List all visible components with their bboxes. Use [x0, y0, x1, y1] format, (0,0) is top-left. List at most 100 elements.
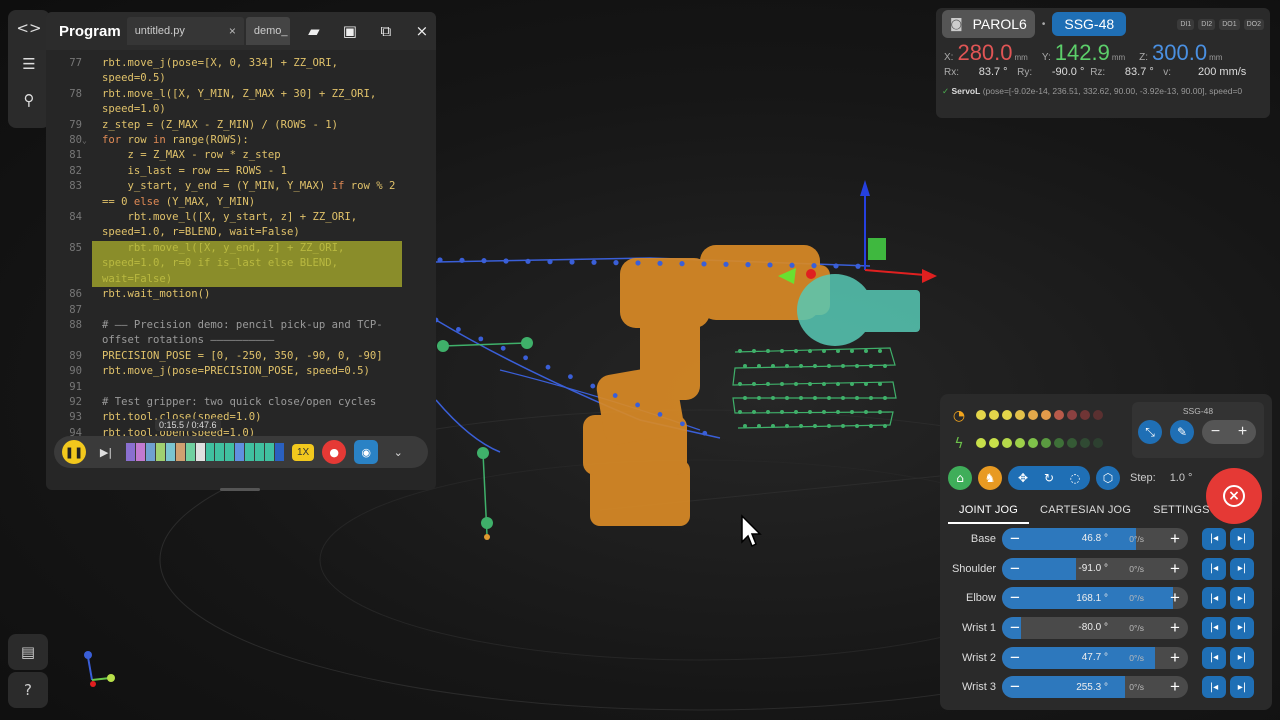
gripper-label: SSG-48 [1182, 406, 1214, 416]
joint-plus-button[interactable]: + [1162, 677, 1188, 697]
log-icon[interactable]: ▤ [8, 634, 48, 670]
jump-to-max-icon[interactable]: ▸| [1230, 616, 1254, 639]
level-dot[interactable] [1067, 438, 1077, 448]
jump-to-min-icon[interactable]: |◂ [1202, 676, 1226, 699]
joint-plus-button[interactable]: + [1162, 618, 1188, 638]
robot-pose-icon[interactable]: ♞ [978, 466, 1002, 490]
tab-demo[interactable]: demo_ [245, 17, 290, 45]
robot-selector[interactable]: ◙ PAROL6 [942, 10, 1035, 38]
level-dot[interactable] [1002, 410, 1012, 420]
help-icon[interactable]: ? [8, 672, 48, 708]
speed-level-dots[interactable] [976, 407, 1106, 425]
trajectory-point [822, 410, 826, 414]
joint-slider[interactable]: − 255.3 ° 0°/s + [1002, 676, 1188, 699]
robot-status-panel: ◙ PAROL6 • SSG-48 DI1 DI2 DO1 DO2 X: 280.0 … [936, 8, 1270, 118]
jump-to-min-icon[interactable]: |◂ [1202, 587, 1226, 610]
level-dot[interactable] [1015, 438, 1025, 448]
joint-plus-button[interactable]: + [1162, 559, 1188, 579]
camera-icon[interactable]: ◉ [354, 440, 379, 464]
trajectory-point [635, 260, 641, 266]
speed-button[interactable]: 1X [292, 443, 315, 461]
step-value[interactable]: 1.0 ° [1170, 472, 1193, 484]
jump-to-max-icon[interactable]: ▸| [1230, 527, 1254, 550]
level-dot[interactable] [1041, 410, 1051, 420]
move-icon[interactable]: ✥ [1012, 466, 1034, 490]
level-dot[interactable] [989, 438, 999, 448]
pause-icon[interactable]: ❚❚ [62, 440, 86, 464]
jump-to-min-icon[interactable]: |◂ [1202, 527, 1226, 550]
joint-slider[interactable]: − 46.8 ° 0°/s + [1002, 527, 1188, 550]
target-icon[interactable]: ⬡ [1096, 466, 1120, 490]
sliders-icon[interactable]: ☰ [8, 46, 50, 82]
code-icon[interactable]: <> [8, 10, 50, 46]
rotate-icon[interactable]: ↻ [1038, 466, 1060, 490]
joint-plus-button[interactable]: + [1162, 529, 1188, 549]
trajectory-point [500, 345, 506, 351]
joint-plus-button[interactable]: + [1162, 588, 1188, 608]
jump-to-max-icon[interactable]: ▸| [1230, 676, 1254, 699]
gripper-minus-button[interactable]: − [1202, 420, 1229, 444]
level-dot[interactable] [1067, 410, 1077, 420]
level-dot[interactable] [1054, 438, 1064, 448]
joint-minus-button[interactable]: − [1002, 618, 1028, 638]
level-dot[interactable] [1028, 438, 1038, 448]
level-dot[interactable] [976, 438, 986, 448]
jump-to-max-icon[interactable]: ▸| [1230, 646, 1254, 669]
joint-minus-button[interactable]: − [1002, 559, 1028, 579]
tab-label: untitled.py [134, 25, 185, 37]
jump-to-min-icon[interactable]: |◂ [1202, 557, 1226, 580]
joint-minus-button[interactable]: − [1002, 588, 1028, 608]
code-line: 84 rbt.move_l([X, y_start, z] + ZZ_ORI, [46, 210, 426, 225]
joint-plus-button[interactable]: + [1162, 648, 1188, 668]
tab-close-icon[interactable]: × [229, 24, 236, 38]
step-forward-icon[interactable]: ▶| [94, 440, 118, 464]
level-dot[interactable] [1054, 410, 1064, 420]
level-dot[interactable] [1015, 410, 1025, 420]
panel-resize-handle[interactable] [220, 488, 260, 491]
joint-minus-button[interactable]: − [1002, 529, 1028, 549]
line-text: PRECISION_POSE = [0, -250, 350, -90, 0, … [102, 349, 383, 362]
level-dot[interactable] [976, 410, 986, 420]
gripper-icon[interactable]: ⚲ [8, 82, 50, 118]
code-line: offset rotations —————————— [46, 333, 426, 348]
tab-cartesian-jog[interactable]: CARTESIAN JOG [1029, 500, 1142, 524]
chevron-down-icon[interactable]: ⌄ [386, 440, 410, 464]
jump-to-min-icon[interactable]: |◂ [1202, 646, 1226, 669]
tab-joint-jog[interactable]: JOINT JOG [948, 500, 1030, 524]
joint-slider[interactable]: − 168.1 ° 0°/s + [1002, 587, 1188, 610]
level-dot[interactable] [1080, 438, 1090, 448]
record-icon[interactable]: ● [322, 440, 347, 464]
wrench-icon[interactable]: ✎ [1170, 420, 1194, 444]
joint-slider[interactable]: − -91.0 ° 0°/s + [1002, 557, 1188, 580]
level-dot[interactable] [1028, 410, 1038, 420]
joint-slider[interactable]: − -80.0 ° 0°/s + [1002, 616, 1188, 639]
gripper-close-icon[interactable]: ⤡ [1138, 420, 1162, 444]
accel-level-dots[interactable] [976, 435, 1106, 453]
gripper-plus-button[interactable]: + [1229, 420, 1256, 444]
jump-to-max-icon[interactable]: ▸| [1230, 587, 1254, 610]
level-dot[interactable] [989, 410, 999, 420]
joint-minus-button[interactable]: − [1002, 677, 1028, 697]
copy-icon[interactable]: ⧉ [374, 19, 398, 43]
folder-icon[interactable]: ▰ [302, 19, 326, 43]
eye-off-icon[interactable]: ◌ [1064, 466, 1086, 490]
level-dot[interactable] [1041, 438, 1051, 448]
ry-value: -90.0 ° [1051, 66, 1085, 78]
level-dot[interactable] [1093, 438, 1103, 448]
jump-to-min-icon[interactable]: |◂ [1202, 616, 1226, 639]
timeline-scrubber[interactable] [126, 443, 284, 461]
code-area[interactable]: 77 rbt.move_j(pose=[X, 0, 334] + ZZ_ORI, s… [46, 56, 426, 448]
tab-settings[interactable]: SETTINGS [1142, 500, 1221, 524]
save-icon[interactable]: ▣ [338, 19, 362, 43]
level-dot[interactable] [1080, 410, 1090, 420]
close-icon[interactable]: × [410, 19, 434, 43]
jump-to-max-icon[interactable]: ▸| [1230, 557, 1254, 580]
level-dot[interactable] [1093, 410, 1103, 420]
tab-untitled[interactable]: untitled.py × [126, 17, 244, 45]
joint-slider[interactable]: − 47.7 ° 0°/s + [1002, 646, 1188, 669]
gripper-selector[interactable]: SSG-48 [1052, 12, 1127, 36]
joint-minus-button[interactable]: − [1002, 648, 1028, 668]
home-icon[interactable]: ⌂ [948, 466, 972, 490]
level-dot[interactable] [1002, 438, 1012, 448]
fold-icon[interactable]: ⌄ [82, 133, 92, 148]
